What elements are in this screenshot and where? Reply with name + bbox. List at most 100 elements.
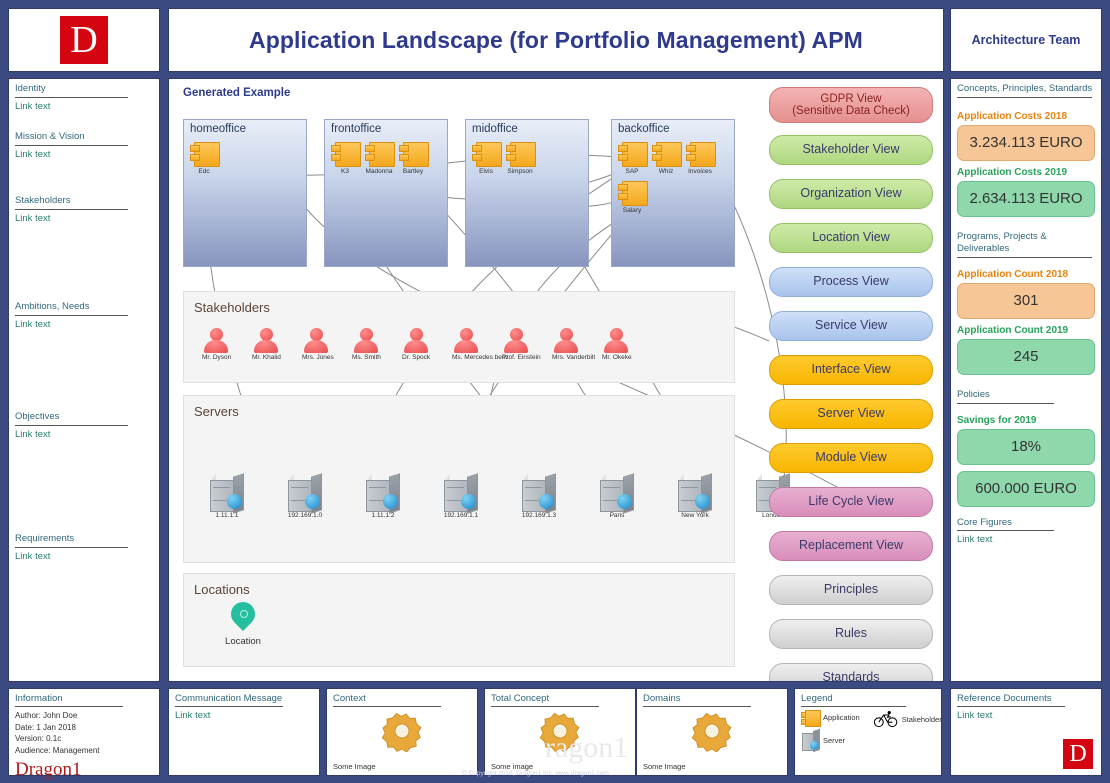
section-link[interactable]: Link text bbox=[15, 149, 153, 160]
application-node[interactable]: Salary bbox=[618, 181, 648, 214]
gear-icon bbox=[539, 710, 581, 753]
view-button-location[interactable]: Location View bbox=[769, 223, 933, 253]
server-label: 1.11.1.1 bbox=[215, 512, 239, 519]
server-icon bbox=[366, 473, 400, 514]
application-node[interactable]: K3 bbox=[331, 142, 361, 175]
server-icon bbox=[600, 473, 634, 514]
stakeholder-label: Ms. Mercedes benz bbox=[452, 354, 509, 361]
view-button-interface[interactable]: Interface View bbox=[769, 355, 933, 385]
stakeholder-node[interactable]: Mr. Khalid bbox=[252, 328, 281, 361]
section-heading-concepts: Concepts, Principles, Standards bbox=[957, 83, 1093, 98]
section-heading: Locations bbox=[194, 582, 250, 597]
server-node[interactable]: 192.169.1.1 bbox=[440, 473, 482, 519]
metric-value-app-costs-2018: 3.234.113 EURO bbox=[957, 124, 1095, 161]
application-node[interactable]: Simpson bbox=[506, 142, 536, 175]
stakeholder-node[interactable]: Ms. Mercedes benz bbox=[452, 328, 509, 361]
view-button-standards[interactable]: Standards bbox=[769, 663, 933, 681]
application-icon bbox=[365, 145, 375, 152]
section-heading: Objectives bbox=[15, 411, 129, 426]
application-label: Elvis bbox=[479, 168, 493, 175]
stakeholder-label: Prof. Einstein bbox=[502, 354, 541, 361]
core-figures-link[interactable]: Link text bbox=[957, 534, 1095, 545]
stakeholder-node[interactable]: Mr. Okeke bbox=[602, 328, 632, 361]
stakeholder-label: Mrs. Jones bbox=[302, 354, 334, 361]
application-icon bbox=[190, 145, 200, 152]
server-node[interactable]: Paris bbox=[596, 473, 638, 519]
application-node[interactable]: Invoices bbox=[686, 142, 716, 175]
server-node[interactable]: 192.169.1.3 bbox=[518, 473, 560, 519]
section-heading: Requirements bbox=[15, 533, 129, 548]
server-label: 1.11.1.2 bbox=[371, 512, 395, 519]
server-list: 1.11.1.1 192.169.1.0 1.11.1.2 192.169.1.… bbox=[206, 473, 794, 519]
view-button-rules[interactable]: Rules bbox=[769, 619, 933, 649]
view-button-principles[interactable]: Principles bbox=[769, 575, 933, 605]
stakeholder-node[interactable]: Mrs. Vanderbilt bbox=[552, 328, 595, 361]
application-node[interactable]: Whiz bbox=[652, 142, 682, 175]
application-icon bbox=[331, 154, 341, 161]
stakeholder-node[interactable]: Mr. Dyson bbox=[202, 328, 231, 361]
section-heading: Mission & Vision bbox=[15, 131, 129, 146]
sidebar-section-requirements: Requirements Link text bbox=[15, 533, 153, 562]
view-button-organization[interactable]: Organization View bbox=[769, 179, 933, 209]
panel-heading: Total Concept bbox=[491, 693, 599, 707]
view-button-replacement[interactable]: Replacement View bbox=[769, 531, 933, 561]
section-link[interactable]: Link text bbox=[15, 429, 153, 440]
page-title: Application Landscape (for Portfolio Man… bbox=[168, 8, 944, 72]
application-icon bbox=[652, 154, 662, 161]
section-link[interactable]: Link text bbox=[15, 213, 153, 224]
application-node[interactable]: Bartley bbox=[399, 142, 429, 175]
application-node[interactable]: Edc bbox=[190, 142, 220, 175]
metric-value-app-count-2019: 245 bbox=[957, 338, 1095, 375]
view-button-process[interactable]: Process View bbox=[769, 267, 933, 297]
panel-heading: Context bbox=[333, 693, 441, 707]
info-date: Date: 1 Jan 2018 bbox=[15, 722, 76, 732]
section-heading-policies: Policies bbox=[957, 389, 1054, 404]
stakeholder-node[interactable]: Ms. Smith bbox=[352, 328, 381, 361]
zone-frontoffice[interactable]: frontoffice K3 Madonna Bartley bbox=[324, 119, 448, 267]
stakeholder-node[interactable]: Mrs. Jones bbox=[302, 328, 334, 361]
stakeholder-node[interactable]: Dr. Spock bbox=[402, 328, 430, 361]
view-button-stakeholder[interactable]: Stakeholder View bbox=[769, 135, 933, 165]
application-node[interactable]: SAP bbox=[618, 142, 648, 175]
copyright-text: © Copyright 2018, Dragon1 Inc. www.drago… bbox=[462, 770, 609, 777]
server-node[interactable]: 1.11.1.2 bbox=[362, 473, 404, 519]
view-button-module[interactable]: Module View bbox=[769, 443, 933, 473]
view-button-gdpr[interactable]: GDPR View (Sensitive Data Check) bbox=[769, 87, 933, 123]
metric-value-savings-euro: 600.000 EURO bbox=[957, 470, 1095, 507]
communication-link[interactable]: Link text bbox=[175, 710, 313, 721]
zone-backoffice[interactable]: backoffice SAP Whiz Invoices Salary bbox=[611, 119, 735, 267]
view-button-server[interactable]: Server View bbox=[769, 399, 933, 429]
reference-link[interactable]: Link text bbox=[957, 710, 1095, 721]
server-node[interactable]: New York bbox=[674, 473, 716, 519]
section-heading-programs: Programs, Projects & Deliverables bbox=[957, 231, 1093, 258]
application-node[interactable]: Elvis bbox=[472, 142, 502, 175]
zone-homeoffice[interactable]: homeoffice Edc bbox=[183, 119, 307, 267]
gear-icon bbox=[381, 710, 423, 753]
page-title-text: Application Landscape (for Portfolio Man… bbox=[249, 26, 863, 53]
view-button-life-cycle[interactable]: Life Cycle View bbox=[769, 487, 933, 517]
server-node[interactable]: 1.11.1.1 bbox=[206, 473, 248, 519]
application-icon bbox=[365, 154, 375, 161]
sidebar-section-stakeholders: Stakeholders Link text bbox=[15, 195, 153, 297]
info-audience: Audience: Management bbox=[15, 745, 100, 755]
server-icon bbox=[522, 473, 556, 514]
metric-label-app-costs-2019: Application Costs 2019 bbox=[957, 166, 1068, 178]
footer-legend-panel: Legend Application Server Stakeholder bbox=[794, 688, 942, 776]
server-label: 192.169.1.3 bbox=[521, 512, 557, 519]
stakeholder-node[interactable]: Prof. Einstein bbox=[502, 328, 541, 361]
stakeholder-label: Ms. Smith bbox=[352, 354, 381, 361]
server-icon bbox=[210, 473, 244, 514]
gear-icon bbox=[691, 710, 733, 753]
application-label: K3 bbox=[341, 168, 349, 175]
section-link[interactable]: Link text bbox=[15, 101, 153, 112]
view-button-service[interactable]: Service View bbox=[769, 311, 933, 341]
location-node[interactable]: Location bbox=[220, 597, 266, 647]
zone-title: homeoffice bbox=[190, 123, 247, 135]
legend-item-stakeholder: Stakeholder bbox=[873, 710, 942, 728]
application-node[interactable]: Madonna bbox=[365, 142, 395, 175]
section-link[interactable]: Link text bbox=[15, 319, 153, 330]
section-link[interactable]: Link text bbox=[15, 551, 153, 562]
zone-midoffice[interactable]: midoffice Elvis Simpson bbox=[465, 119, 589, 267]
diagram-canvas: Generated Example homeoffice Edc frontof… bbox=[168, 78, 944, 682]
server-node[interactable]: 192.169.1.0 bbox=[284, 473, 326, 519]
